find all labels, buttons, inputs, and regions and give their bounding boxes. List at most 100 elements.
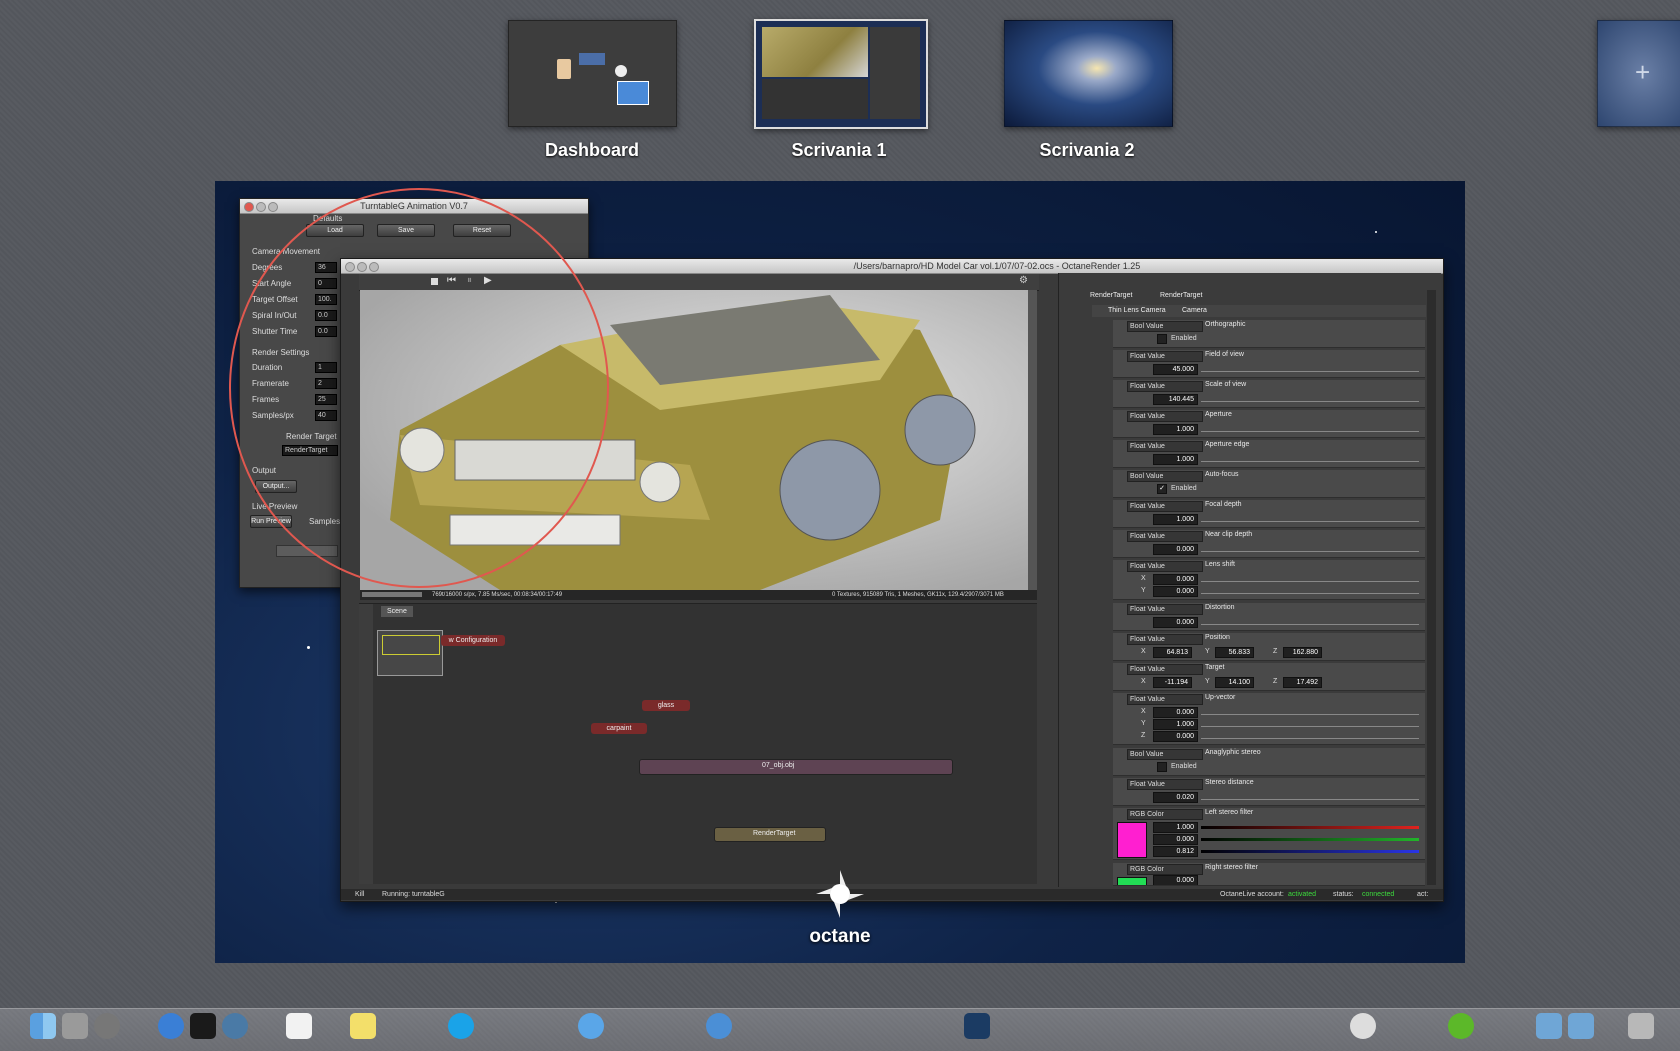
calendar-icon[interactable] — [286, 1013, 312, 1039]
camera-header: Thin Lens Camera Camera — [1092, 305, 1426, 317]
stereo-distance-value[interactable]: 0.020 — [1153, 792, 1198, 803]
camera-type[interactable]: Thin Lens Camera — [1108, 307, 1166, 314]
inspector-type[interactable]: RenderTarget — [1090, 292, 1132, 299]
documents-folder-icon[interactable] — [1568, 1013, 1594, 1039]
notes-icon[interactable] — [350, 1013, 376, 1039]
near-clip-value[interactable]: 0.000 — [1153, 544, 1198, 555]
focal-depth-slider[interactable] — [1201, 515, 1419, 522]
safari-icon[interactable] — [578, 1013, 604, 1039]
type-dropdown[interactable]: Float Value — [1127, 411, 1203, 422]
red-channel-slider[interactable] — [1201, 826, 1419, 829]
lens-shift-y-slider[interactable] — [1201, 587, 1419, 594]
distortion-value[interactable]: 0.000 — [1153, 617, 1198, 628]
system-preferences-icon[interactable] — [62, 1013, 88, 1039]
activity-monitor-icon[interactable] — [190, 1013, 216, 1039]
type-dropdown[interactable]: Bool Value — [1127, 749, 1203, 760]
lens-shift-y[interactable]: 0.000 — [1153, 586, 1198, 597]
focal-depth-value[interactable]: 1.000 — [1153, 514, 1198, 525]
stereo-distance-slider[interactable] — [1201, 793, 1419, 800]
distortion-slider[interactable] — [1201, 618, 1419, 625]
position-z[interactable]: 162.880 — [1283, 647, 1322, 658]
type-dropdown[interactable]: Float Value — [1127, 561, 1203, 572]
left-filter-r[interactable]: 1.000 — [1153, 822, 1198, 833]
type-dropdown[interactable]: Float Value — [1127, 634, 1203, 645]
app-store-icon[interactable] — [158, 1013, 184, 1039]
aperture-slider[interactable] — [1201, 425, 1419, 432]
right-filter-r[interactable]: 0.000 — [1153, 875, 1198, 885]
downloads-folder-icon[interactable] — [1536, 1013, 1562, 1039]
carpaint-node[interactable]: carpaint — [591, 723, 647, 734]
itunes-icon[interactable] — [706, 1013, 732, 1039]
auto-focus-checkbox[interactable]: ✓ — [1157, 484, 1167, 494]
photoshop-icon[interactable] — [964, 1013, 990, 1039]
lens-shift-x-slider[interactable] — [1201, 575, 1419, 582]
target-z[interactable]: 17.492 — [1283, 677, 1322, 688]
skype-icon[interactable] — [448, 1013, 474, 1039]
minimize-button[interactable] — [256, 202, 266, 212]
utorrent-icon[interactable] — [1448, 1013, 1474, 1039]
up-vector-y[interactable]: 1.000 — [1153, 719, 1198, 730]
up-vector-z-slider[interactable] — [1201, 732, 1419, 739]
right-filter-swatch[interactable] — [1117, 877, 1147, 885]
finder-icon[interactable] — [30, 1013, 56, 1039]
settings-icon[interactable]: ⚙ — [1019, 275, 1028, 286]
position-y[interactable]: 56.833 — [1215, 647, 1254, 658]
inspector-scrollbar[interactable] — [1427, 290, 1436, 885]
left-filter-b[interactable]: 0.812 — [1153, 846, 1198, 857]
octane-dock-icon[interactable] — [1350, 1013, 1376, 1039]
scale-of-view-slider[interactable] — [1201, 395, 1419, 402]
add-space-button[interactable]: + — [1597, 20, 1680, 127]
lens-shift-x[interactable]: 0.000 — [1153, 574, 1198, 585]
space-thumb-scrivania-1[interactable] — [754, 19, 928, 129]
aperture-value[interactable]: 1.000 — [1153, 424, 1198, 435]
fov-value[interactable]: 45.000 — [1153, 364, 1198, 375]
up-vector-x-slider[interactable] — [1201, 708, 1419, 715]
up-vector-x[interactable]: 0.000 — [1153, 707, 1198, 718]
launchpad-icon[interactable] — [94, 1013, 120, 1039]
kill-button[interactable]: Kill — [355, 889, 364, 900]
zoom-button[interactable] — [268, 202, 278, 212]
aperture-edge-value[interactable]: 1.000 — [1153, 454, 1198, 465]
time-machine-icon[interactable] — [222, 1013, 248, 1039]
config-node[interactable]: w Configuration — [441, 635, 505, 646]
type-dropdown[interactable]: Bool Value — [1127, 471, 1203, 482]
fov-slider[interactable] — [1201, 365, 1419, 372]
type-dropdown[interactable]: RGB Color — [1127, 864, 1203, 875]
render-target-node[interactable]: RenderTarget — [714, 827, 826, 842]
type-dropdown[interactable]: Float Value — [1127, 694, 1203, 705]
position-x[interactable]: 64.813 — [1153, 647, 1192, 658]
scale-of-view-value[interactable]: 140.445 — [1153, 394, 1198, 405]
viewport-scrollbar[interactable] — [1028, 290, 1037, 590]
type-dropdown[interactable]: Float Value — [1127, 441, 1203, 452]
up-vector-z[interactable]: 0.000 — [1153, 731, 1198, 742]
target-x[interactable]: -11.194 — [1153, 677, 1192, 688]
orthographic-checkbox[interactable] — [1157, 334, 1167, 344]
trash-icon[interactable] — [1628, 1013, 1654, 1039]
scene-thumb[interactable] — [377, 630, 443, 676]
type-dropdown[interactable]: Float Value — [1127, 381, 1203, 392]
near-clip-slider[interactable] — [1201, 545, 1419, 552]
type-dropdown[interactable]: Float Value — [1127, 501, 1203, 512]
type-dropdown[interactable]: Float Value — [1127, 531, 1203, 542]
anaglyphic-checkbox[interactable] — [1157, 762, 1167, 772]
type-dropdown[interactable]: Float Value — [1127, 604, 1203, 615]
up-vector-y-slider[interactable] — [1201, 720, 1419, 727]
glass-node[interactable]: glass — [642, 700, 690, 711]
space-thumb-dashboard[interactable] — [508, 20, 677, 127]
obj-node[interactable]: 07_obj.obj — [639, 759, 953, 775]
graph-editor[interactable]: Scene w Configuration glass carpaint 07_… — [359, 603, 1037, 884]
type-dropdown[interactable]: RGB Color — [1127, 809, 1203, 820]
scene-tab[interactable]: Scene — [381, 606, 413, 617]
type-dropdown[interactable]: Float Value — [1127, 664, 1203, 675]
blue-channel-slider[interactable] — [1201, 850, 1419, 853]
green-channel-slider[interactable] — [1201, 838, 1419, 841]
target-y[interactable]: 14.100 — [1215, 677, 1254, 688]
type-dropdown[interactable]: Float Value — [1127, 351, 1203, 362]
space-thumb-scrivania-2[interactable] — [1004, 20, 1173, 127]
left-filter-swatch[interactable] — [1117, 822, 1147, 858]
type-dropdown[interactable]: Bool Value — [1127, 321, 1203, 332]
aperture-edge-slider[interactable] — [1201, 455, 1419, 462]
close-button[interactable] — [244, 202, 254, 212]
type-dropdown[interactable]: Float Value — [1127, 779, 1203, 790]
left-filter-g[interactable]: 0.000 — [1153, 834, 1198, 845]
